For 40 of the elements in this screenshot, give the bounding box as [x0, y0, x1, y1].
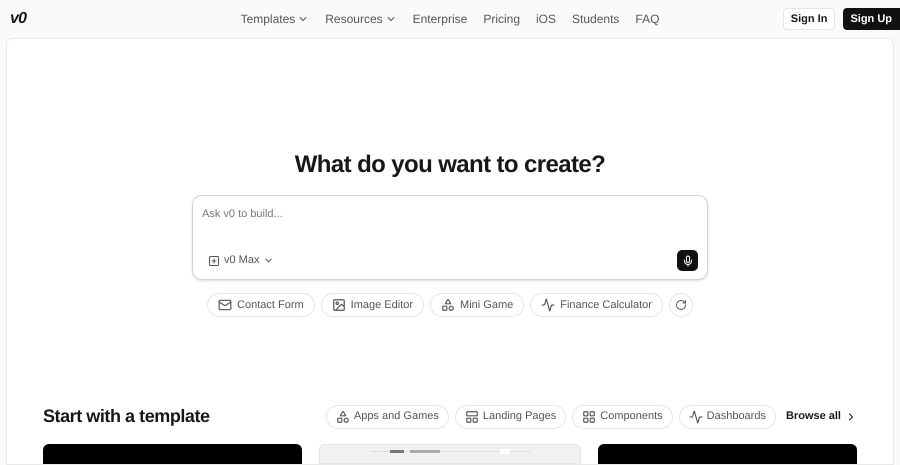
image-icon: [332, 298, 346, 312]
nav-link[interactable]: FAQ: [635, 10, 660, 28]
model-selector[interactable]: v0 Max: [202, 252, 274, 269]
logo[interactable]: v0: [10, 7, 26, 31]
suggestion-chip[interactable]: Image Editor: [320, 293, 424, 317]
template-thumbnail[interactable]: [43, 444, 302, 464]
shapes-icon: [336, 410, 350, 424]
page-heading: What do you want to create?: [294, 150, 606, 180]
refresh-button[interactable]: [668, 293, 693, 317]
grid-icon: [582, 410, 596, 424]
nav-link[interactable]: Resources: [325, 10, 397, 28]
layout-icon: [464, 410, 479, 424]
nav-link[interactable]: Students: [572, 10, 620, 28]
prompt-input[interactable]: Ask v0 to build...: [202, 206, 698, 222]
suggestion-chip[interactable]: Mini Game: [430, 293, 524, 317]
shapes-icon: [441, 298, 456, 312]
template-thumbnail[interactable]: [598, 444, 857, 464]
nav-link[interactable]: Enterprise: [412, 10, 468, 28]
sign-up-button[interactable]: Sign Up: [843, 8, 900, 30]
nav-link[interactable]: Pricing: [483, 10, 520, 28]
section-heading: Start with a template: [43, 405, 210, 428]
filter-chip[interactable]: Apps and Games: [326, 404, 449, 428]
nav-link[interactable]: iOS: [536, 10, 556, 28]
refresh-icon: [674, 299, 687, 311]
model-icon: [208, 254, 220, 266]
microphone-button[interactable]: [677, 250, 698, 271]
filter-chip[interactable]: Landing Pages: [454, 404, 566, 428]
template-thumbnail[interactable]: [319, 444, 581, 464]
mail-icon: [218, 298, 232, 312]
suggestion-chip[interactable]: Contact Form: [207, 293, 315, 317]
browse-all-link[interactable]: Browse all: [786, 408, 857, 425]
pulse-icon: [688, 410, 703, 424]
pulse-icon: [541, 298, 556, 312]
suggestion-chip[interactable]: Finance Calculator: [530, 293, 663, 317]
filter-chip[interactable]: Dashboards: [678, 404, 776, 428]
prompt-box[interactable]: Ask v0 to build... v0 Max: [192, 195, 708, 280]
sign-in-button[interactable]: Sign In: [782, 8, 836, 30]
nav-link[interactable]: Templates: [240, 10, 310, 28]
microphone-icon: [682, 254, 694, 266]
filter-chip[interactable]: Components: [572, 404, 673, 428]
